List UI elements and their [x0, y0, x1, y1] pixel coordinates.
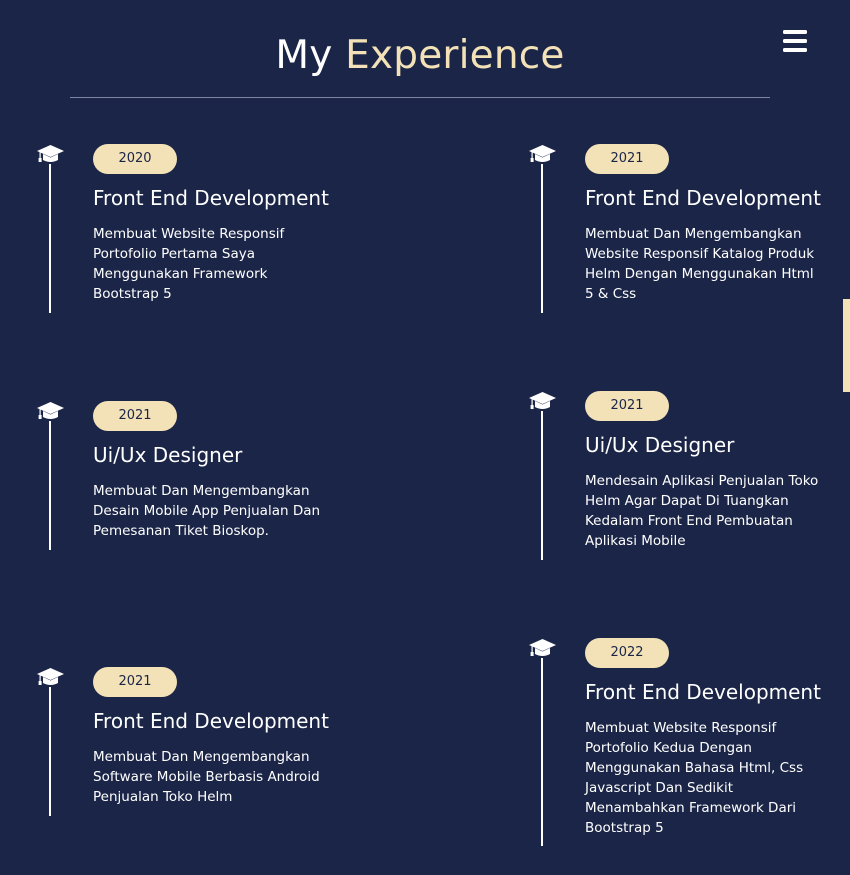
year-badge: 2021 [585, 391, 669, 421]
year-badge: 2021 [93, 667, 177, 697]
role-description: Membuat Dan Mengembangkan Desain Mobile … [93, 483, 321, 539]
role-title: Ui/Ux Designer [585, 433, 735, 457]
role-title: Front End Development [93, 709, 329, 733]
scroll-side-tab[interactable] [843, 299, 850, 392]
title-divider [70, 97, 770, 98]
year-badge: 2022 [585, 638, 669, 668]
role-title: Front End Development [585, 186, 821, 210]
year-badge: 2021 [585, 144, 669, 174]
year-badge: 2021 [93, 401, 177, 431]
menu-bar [783, 39, 807, 43]
graduation-cap-icon [37, 668, 64, 685]
page-title: My Experience [0, 32, 840, 80]
role-description: Membuat Dan Mengembangkan Software Mobil… [93, 749, 320, 805]
year-badge: 2020 [93, 144, 177, 174]
timeline-line [49, 687, 51, 816]
menu-bar [783, 30, 807, 34]
experience-page: My Experience 2020 Front End Development… [0, 0, 850, 875]
title-accent: Experience [345, 33, 565, 78]
graduation-cap-icon [37, 145, 64, 162]
timeline-line [49, 164, 51, 313]
graduation-cap-icon [529, 145, 556, 162]
timeline-line [49, 421, 51, 550]
role-description: Membuat Website Responsif Portofolio Per… [93, 226, 285, 302]
role-description: Membuat Website Responsif Portofolio Ked… [585, 720, 804, 836]
graduation-cap-icon [529, 392, 556, 409]
role-description: Mendesain Aplikasi Penjualan Toko Helm A… [585, 473, 819, 549]
hamburger-menu-icon[interactable] [783, 30, 807, 54]
graduation-cap-icon [529, 639, 556, 656]
timeline-line [541, 411, 543, 560]
role-description: Membuat Dan Mengembangkan Website Respon… [585, 226, 815, 302]
role-title: Ui/Ux Designer [93, 443, 243, 467]
menu-bar [783, 48, 807, 52]
role-title: Front End Development [93, 186, 329, 210]
timeline-line [541, 164, 543, 313]
role-title: Front End Development [585, 680, 821, 704]
graduation-cap-icon [37, 402, 64, 419]
timeline-line [541, 658, 543, 846]
title-main: My [275, 33, 333, 78]
